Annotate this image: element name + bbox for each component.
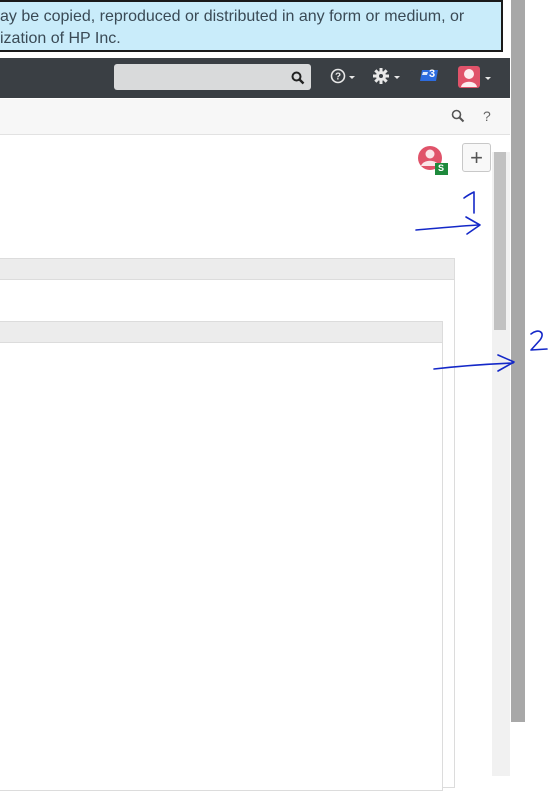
arrow-1-shaft (415, 224, 479, 231)
add-button-label: + (470, 145, 483, 170)
help-menu-icon[interactable]: ? (330, 68, 356, 86)
help-link[interactable]: ? (483, 108, 491, 124)
top-navbar: ? 3 (0, 58, 510, 98)
avatar-badge: S (438, 163, 445, 173)
inner-scrollbar-thumb[interactable] (494, 152, 506, 330)
outer-panel-header (0, 259, 454, 280)
inner-panel-header (0, 322, 442, 343)
search-icon[interactable] (291, 71, 305, 85)
search-icon[interactable] (451, 109, 465, 123)
notifications-icon[interactable]: 3 (420, 67, 442, 83)
page-scrollbar[interactable] (511, 0, 525, 722)
inner-panel (0, 321, 443, 791)
copyright-banner: ay be copied, reproduced or distributed … (0, 0, 503, 52)
avatar-icon[interactable] (457, 65, 493, 89)
gear-icon[interactable] (372, 67, 402, 87)
annotation-2-glyph (530, 330, 548, 351)
banner-line-1: ay be copied, reproduced or distributed … (0, 8, 465, 25)
avatar-icon (418, 146, 448, 175)
annotation-1-glyph (463, 191, 475, 214)
arrow-1-head (465, 216, 481, 235)
assignee-avatar[interactable]: S (416, 144, 450, 176)
banner-line-2: ization of HP Inc. (0, 30, 121, 47)
add-button[interactable]: + (462, 143, 491, 172)
notification-count: 3 (429, 68, 436, 80)
svg-text:?: ? (335, 72, 341, 83)
global-search-input[interactable] (114, 64, 311, 90)
sub-toolbar: ? (0, 99, 510, 135)
user-menu-button[interactable] (457, 65, 493, 89)
